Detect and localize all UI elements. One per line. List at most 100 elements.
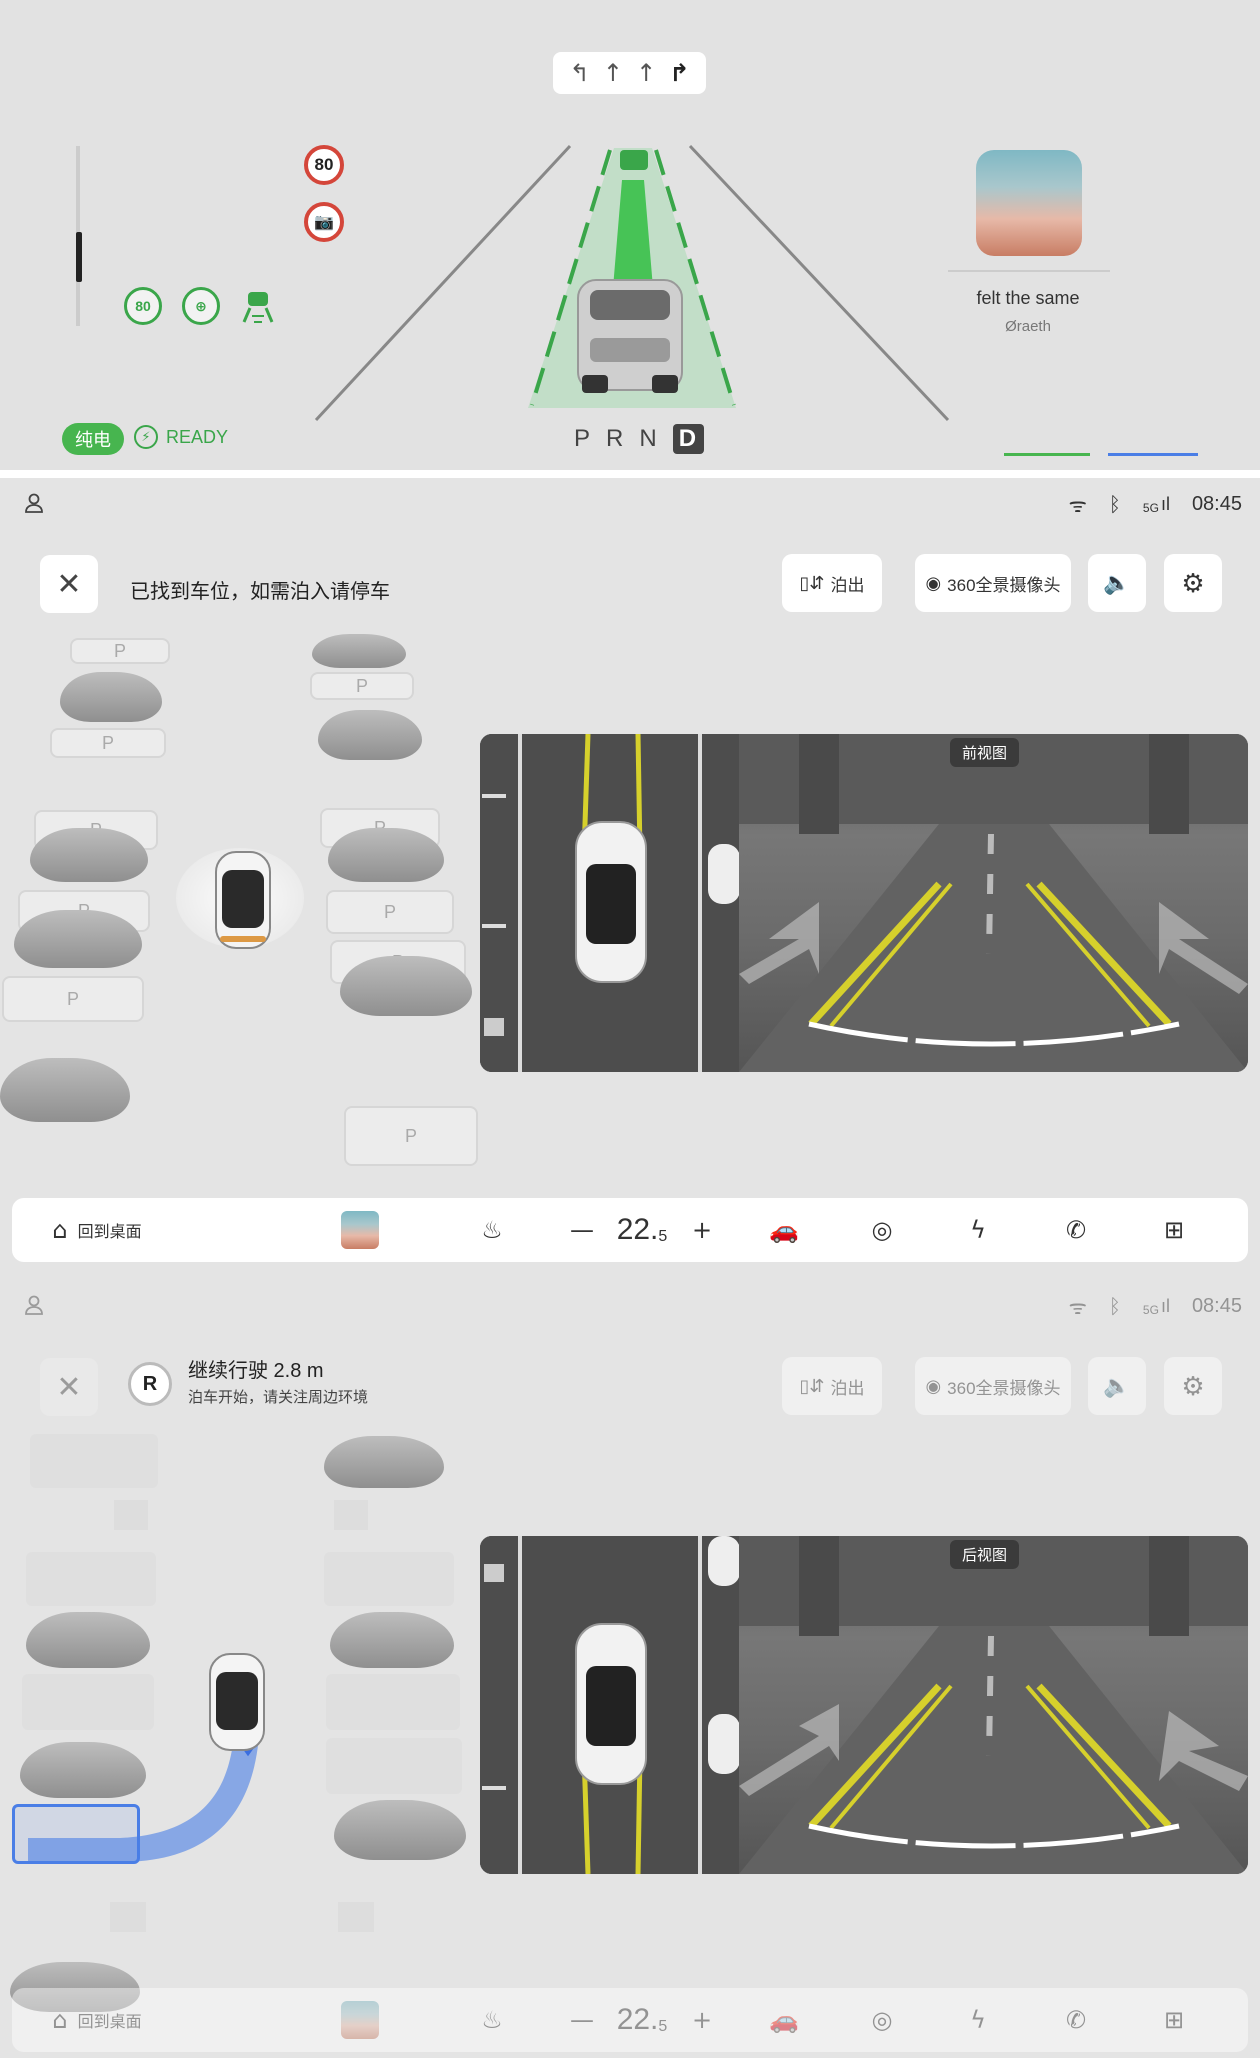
turn-right-arrow-icon: ↱ [669,59,690,87]
temperature-display: 22. 5 [616,1213,668,1246]
parked-car [330,1612,454,1668]
camera-view-panel: 前视图 [480,734,1248,1072]
camera-icon: ◎ [871,1216,893,1244]
front-camera-image [739,734,1248,1072]
defrost-icon: ♨ [481,1216,503,1244]
vehicle-button[interactable]: 🚗 [754,1988,814,2052]
temperature-display: 22. 5 [616,2003,668,2036]
parked-car [30,828,148,882]
parked-car [318,710,422,760]
speaker-icon: 🔈 [1103,570,1131,595]
turn-left-arrow-icon: ↰ [569,59,590,87]
birds-eye-view [480,1536,740,1874]
parking-slot[interactable]: P [50,728,166,758]
pillar [338,1902,374,1932]
bluetooth-icon: ᛒ [1108,1294,1121,1318]
status-bar: ᯤ ᛒ 5G ıl 08:45 [0,478,1260,530]
settings-button[interactable]: ⚙ [1164,1357,1222,1415]
parked-car [0,1058,130,1122]
ego-car [209,1653,265,1751]
phone-button[interactable]: ✆ [1046,1988,1106,2052]
music-shortcut[interactable] [338,1198,382,1262]
parking-slot[interactable]: P [70,638,170,664]
camera-360-icon: ◉ [925,1375,942,1396]
close-button[interactable]: ✕ [40,555,98,613]
temp-down-button[interactable]: — [562,1988,602,2052]
defrost-button[interactable]: ♨ [462,1198,522,1262]
temp-up-button[interactable]: + [682,1988,722,2052]
bottom-dock: ⌂ 回到桌面 ♨ — 22. 5 + 🚗 ◎ ϟ ✆ ⊞ [12,1198,1248,1262]
lightning-icon: ϟ [970,1216,986,1244]
home-button[interactable]: ⌂ 回到桌面 [42,1198,152,1262]
close-button[interactable]: ✕ [40,1358,98,1416]
park-out-button[interactable]: ▯⇵ 泊出 [782,554,882,612]
defrost-button[interactable]: ♨ [462,1988,522,2052]
parking-slot[interactable] [26,1552,156,1606]
parking-slot[interactable]: P [344,1106,478,1166]
close-icon: ✕ [56,1369,82,1405]
parked-car [328,828,444,882]
user-icon[interactable] [24,1294,44,1316]
parking-slot[interactable]: P [310,672,414,700]
park-out-icon: ▯⇵ [799,1375,825,1396]
speed-bar-indicator [76,232,82,282]
charging-button[interactable]: ϟ [948,1198,1008,1262]
album-art[interactable] [976,150,1082,256]
pillar [110,1902,146,1932]
steering-assist-icon: ⊕ [182,287,220,325]
user-icon[interactable] [24,492,44,514]
parking-status-text: 泊车开始，请关注周边环境 [188,1389,369,1406]
divider [948,270,1110,272]
home-button[interactable]: ⌂ 回到桌面 [42,1988,152,2052]
park-out-button[interactable]: ▯⇵ 泊出 [782,1357,882,1415]
volume-button[interactable]: 🔈 [1088,554,1146,612]
road-view [314,144,950,422]
parked-car [334,1800,466,1860]
parking-screen-reversing: ᯤ ᛒ 5G ıl 08:45 ✕ R 继续行驶 2.8 m 泊车开始，请关注周边… [0,1272,1260,2058]
page-indicator-1 [1004,453,1090,456]
speaker-icon: 🔈 [1103,1373,1131,1398]
ego-car [215,851,271,949]
volume-button[interactable]: 🔈 [1088,1357,1146,1415]
charging-button[interactable]: ϟ [948,1988,1008,2052]
parking-slot[interactable] [30,1434,158,1488]
grid-icon: ⊞ [1163,2006,1185,2034]
parked-car [340,956,472,1016]
temp-down-button[interactable]: — [562,1198,602,1262]
home-icon: ⌂ [52,1216,68,1244]
parking-map[interactable]: P P P P P P P P P P [0,628,478,1228]
gear-selector-display: P R N D [574,424,705,454]
parking-slot[interactable]: P [2,976,144,1022]
music-shortcut[interactable] [338,1988,382,2052]
ready-indicator: ⚡ READY [134,425,228,449]
camera-360-button[interactable]: ◉ 360全景摄像头 [915,554,1071,612]
apps-button[interactable]: ⊞ [1144,1988,1204,2052]
parking-slot[interactable] [326,1674,460,1730]
wifi-icon: ᯤ [1068,1296,1087,1319]
page-indicator-2 [1108,453,1198,456]
settings-button[interactable]: ⚙ [1164,554,1222,612]
album-art-thumb [341,1211,379,1249]
camera-360-button[interactable]: ◉ 360全景摄像头 [915,1357,1071,1415]
album-art-thumb [341,2001,379,2039]
parked-car [312,634,406,668]
parking-screen-found: ᯤ ᛒ 5G ıl 08:45 ✕ 已找到车位，如需泊入请停车 ▯⇵ 泊出 ◉ 360… [0,478,1260,1272]
parking-slot[interactable] [324,1552,454,1606]
vehicle-button[interactable]: 🚗 [754,1198,814,1262]
rear-camera-image [739,1536,1248,1874]
apps-button[interactable]: ⊞ [1144,1198,1204,1262]
gear-icon: ⚙ [1181,1370,1205,1401]
grid-icon: ⊞ [1163,1216,1185,1244]
camera-button[interactable]: ◎ [852,1198,912,1262]
park-out-icon: ▯⇵ [799,572,825,593]
parking-slot[interactable]: P [326,890,454,934]
lane-keep-car-icon [238,286,278,326]
parking-map[interactable] [0,1422,478,2012]
parking-slot[interactable] [326,1738,462,1794]
power-icon: ⚡ [134,425,158,449]
camera-button[interactable]: ◎ [852,1988,912,2052]
camera-view-panel: 后视图 [480,1536,1248,1874]
phone-button[interactable]: ✆ [1046,1198,1106,1262]
temp-up-button[interactable]: + [682,1198,722,1262]
camera-360-icon: ◉ [925,572,942,593]
